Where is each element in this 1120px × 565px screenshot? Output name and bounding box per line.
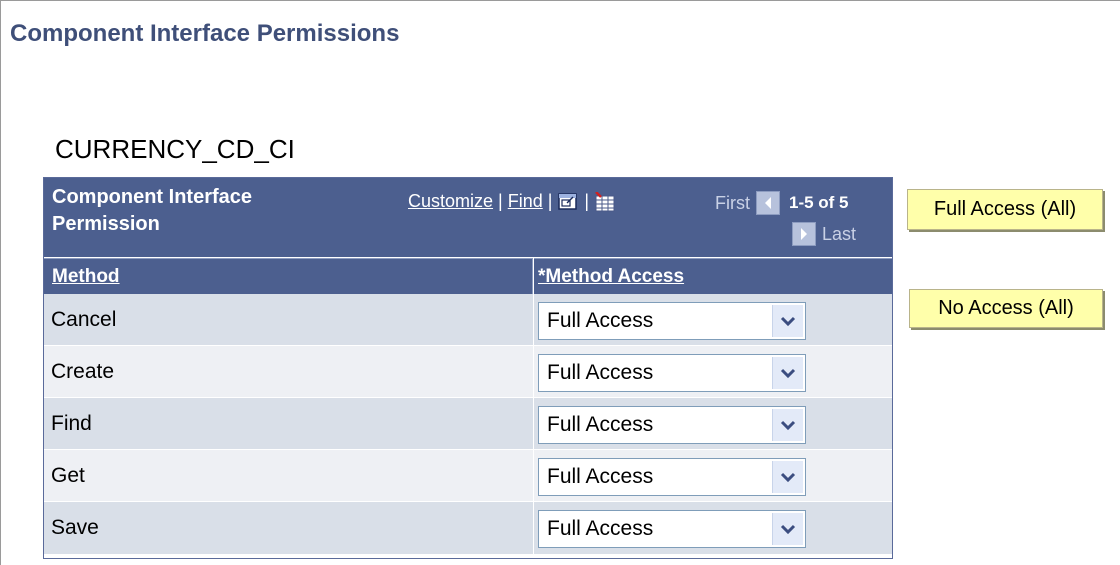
grid-navigation-last: Last [792,222,856,246]
cell-divider [533,294,534,346]
method-access-value: Full Access [547,413,654,436]
row-count: 1-5 of 5 [789,193,849,212]
component-interface-name: CURRENCY_CD_CI [55,134,295,164]
window-left-border [0,0,1,565]
method-cell: Save [51,516,99,539]
first-arrow-icon[interactable] [756,191,780,215]
table-row: Create Full Access [44,346,892,398]
method-column-header[interactable]: Method [44,258,533,294]
dropdown-arrow-icon[interactable] [772,409,803,441]
grid-title-line1: Component Interface [52,186,253,208]
window-top-border [0,0,1120,1]
method-access-value: Full Access [547,465,654,488]
method-access-value: Full Access [547,309,654,332]
grid-toolbar: Customize | Find | | [408,190,616,212]
page-title: Component Interface Permissions [10,20,400,47]
next-arrow-icon[interactable] [792,222,816,246]
method-cell: Cancel [51,308,117,331]
table-row: Find Full Access [44,398,892,450]
method-cell: Find [51,412,92,435]
method-cell: Create [51,360,115,383]
no-access-all-button[interactable]: No Access (All) [909,289,1103,328]
dropdown-arrow-icon[interactable] [772,305,803,337]
dropdown-arrow-icon[interactable] [772,461,803,493]
method-access-select[interactable]: Full Access [538,406,806,444]
dropdown-arrow-icon[interactable] [772,513,803,545]
grid-title: Component Interface Permission [52,184,312,238]
method-access-value: Full Access [547,517,654,540]
cell-divider [533,398,534,450]
find-link[interactable]: Find [508,191,543,212]
method-header-label[interactable]: Method [52,266,120,287]
method-access-select[interactable]: Full Access [538,354,806,392]
toolbar-separator: | [498,191,503,211]
last-label[interactable]: Last [822,224,856,245]
full-access-all-button[interactable]: Full Access (All) [907,189,1103,230]
method-access-select[interactable]: Full Access [538,458,806,496]
method-access-select[interactable]: Full Access [538,302,806,340]
method-access-value: Full Access [547,361,654,384]
toolbar-separator: | [547,191,553,211]
method-access-header-label[interactable]: *Method Access [538,266,684,287]
table-row: Cancel Full Access [44,294,892,346]
grid-header: Component Interface Permission Customize… [44,178,892,257]
method-access-column-header[interactable]: *Method Access [534,258,892,294]
grid-title-line2: Permission [52,213,160,235]
customize-link[interactable]: Customize [408,191,493,212]
cell-divider [533,502,534,554]
permission-grid: Component Interface Permission Customize… [43,177,893,559]
grid-navigation-first: First 1-5 of 5 [715,191,849,215]
first-label[interactable]: First [715,193,750,214]
dropdown-arrow-icon[interactable] [772,357,803,389]
method-access-select[interactable]: Full Access [538,510,806,548]
download-to-excel-icon[interactable] [594,190,616,212]
table-row: Save Full Access [44,502,892,554]
table-row: Get Full Access [44,450,892,502]
method-cell: Get [51,464,85,487]
cell-divider [533,346,534,398]
cell-divider [533,450,534,502]
zoom-view-icon[interactable] [557,192,579,212]
toolbar-separator: | [584,191,590,211]
